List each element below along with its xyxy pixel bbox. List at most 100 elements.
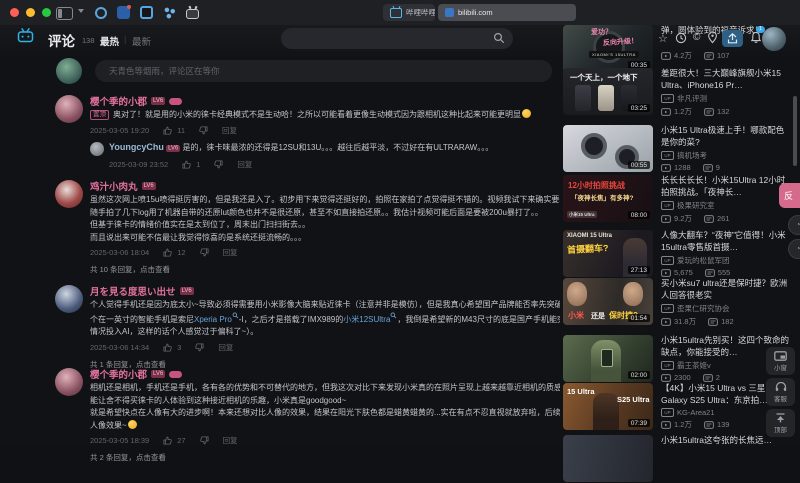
like-icon[interactable] — [163, 126, 172, 135]
bilibili-page: 评论 138 最热 | 最新 ☆ © 1 天青色等烟雨，评论区在等你 樱个季的小… — [0, 25, 800, 482]
video-title[interactable]: 长长长长长！小米15Ultra 12小时拍照挑战。「夜神长… — [661, 175, 785, 197]
reply-button[interactable]: 回复 — [223, 435, 238, 446]
video-thumbnail[interactable] — [563, 435, 653, 482]
video-thumbnail[interactable]: 爱功？ 反向升级！ XIAOMI'S 15ULTRA 00:35 — [563, 25, 653, 72]
video-thumbnail[interactable]: 15 Ultra S25 Ultra 07:39 — [563, 383, 653, 430]
dislike-icon[interactable] — [214, 159, 223, 169]
video-uploader[interactable]: UP 歪果仁研究协会 — [661, 303, 791, 314]
dislike-icon[interactable] — [195, 342, 204, 352]
camera-circle-decor — [581, 133, 607, 159]
commenter-avatar[interactable] — [55, 180, 83, 208]
back-to-top-button[interactable]: 顶部 — [766, 409, 795, 437]
my-avatar[interactable] — [56, 58, 82, 84]
danmaku-count: 182 — [721, 317, 734, 326]
video-thumbnail[interactable]: XIAOMI 15 Ultra 首摄翻车? 27:13 — [563, 230, 653, 277]
extension-icon-4[interactable] — [163, 6, 176, 19]
like-icon[interactable] — [163, 343, 172, 352]
video-card[interactable]: 小米15ultra这夸张的长焦远… — [563, 435, 791, 483]
video-uploader[interactable]: UP 爱玩的松鼠军团 — [661, 255, 791, 266]
reply-name[interactable]: YoungcyChu — [109, 142, 164, 152]
chevron-down-icon[interactable] — [78, 9, 84, 13]
minimize-window-button[interactable] — [26, 8, 35, 17]
bilibili-logo-icon[interactable] — [17, 28, 34, 48]
video-title[interactable]: 买小米su7 ultra还是保时捷？欧洲人回答很老实 — [661, 278, 787, 300]
commenter-name[interactable]: 樱个季的小郡 — [90, 367, 147, 381]
reply-button[interactable]: 回复 — [237, 159, 252, 170]
extension-icon-3[interactable] — [140, 6, 153, 19]
sidebar-toggle-icon[interactable] — [56, 7, 73, 20]
bilibili-extension-icon[interactable] — [186, 8, 199, 19]
video-card[interactable]: 12小时拍照挑战 「夜神长焦」有多神? 小米15 Ultra 08:00 长长长… — [563, 175, 791, 223]
history-clock-icon[interactable] — [675, 31, 687, 49]
extension-icon-1[interactable] — [95, 6, 107, 19]
reply-button[interactable]: 回复 — [223, 247, 238, 258]
notifications-bell-icon[interactable] — [750, 31, 762, 49]
danmaku-count-icon — [704, 214, 714, 223]
commenter-avatar[interactable] — [55, 95, 83, 123]
comment-input[interactable]: 天青色等烟雨，评论区在等你 — [95, 60, 552, 82]
search-link-icon — [232, 312, 239, 318]
video-thumbnail[interactable]: 一个天上，一个地下 03:25 — [563, 68, 653, 115]
location-pin-icon[interactable] — [707, 31, 718, 49]
video-card[interactable]: 15 Ultra S25 Ultra 07:39 【4K】小米15 Ultra … — [563, 383, 791, 431]
reply-avatar[interactable] — [90, 141, 104, 156]
maximize-window-button[interactable] — [42, 8, 51, 17]
dislike-icon[interactable] — [199, 125, 208, 135]
video-card[interactable]: 02:00 小米15ultra先别买！这四个致命的缺点，你能接受的… UP 霸王茶… — [563, 335, 791, 383]
video-thumbnail[interactable]: 小米 还是 保时捷? 01:54 — [563, 278, 653, 325]
search-input[interactable] — [281, 28, 513, 49]
video-title[interactable]: 小米15ultra这夸张的长焦远… — [661, 435, 772, 445]
commenter-name[interactable]: 樱个季的小郡 — [90, 94, 147, 108]
copyright-icon[interactable]: © — [693, 32, 700, 43]
dislike-icon[interactable] — [199, 436, 209, 445]
favorites-star-icon[interactable]: ☆ — [658, 32, 668, 45]
video-card[interactable]: 小米 还是 保时捷? 01:54 买小米su7 ultra还是保时捷？欧洲人回答… — [563, 278, 791, 326]
view-more-replies[interactable]: 共 10 条回复，点击查看 — [90, 264, 555, 275]
customer-service-button[interactable]: 客服 — [766, 378, 795, 406]
dislike-icon[interactable] — [199, 248, 209, 257]
video-uploader[interactable]: UP 搞机场考 — [661, 150, 791, 161]
video-uploader[interactable]: UP 非凡评测 — [661, 93, 791, 104]
comment-text: ，我倒是希望新的M43尺寸的底是国产手机能突破，不能将手机 — [397, 314, 560, 324]
commenter-avatar[interactable] — [55, 285, 83, 313]
view-count: 5,675 — [674, 268, 693, 277]
browser-tab-active[interactable]: bilibili.com — [438, 4, 576, 21]
video-uploader[interactable]: UP 极果研究室 — [661, 200, 791, 211]
video-title[interactable]: 小米15 Ultra极速上手！哪款配色是你的菜? — [661, 125, 784, 147]
comment-text: 情况投入AI，这样的话个人感觉过于偏科了~）。 — [90, 327, 259, 336]
like-icon[interactable] — [163, 436, 172, 445]
scrollbar-thumb[interactable] — [793, 96, 797, 166]
mini-player-button[interactable]: 小窗 — [766, 347, 795, 375]
video-thumbnail[interactable]: 02:00 — [563, 335, 653, 382]
commenter-name[interactable]: 月を見る度思い出せ — [90, 284, 176, 298]
commenter-avatar[interactable] — [55, 368, 83, 396]
video-card[interactable]: XIAOMI 15 Ultra 首摄翻车? 27:13 人像大翻车？“夜神”它值… — [563, 230, 791, 278]
view-more-replies[interactable]: 共 2 条回复，点击查看 — [90, 452, 555, 463]
feedback-button[interactable]: 反 — [779, 183, 800, 208]
share-upload-button[interactable] — [722, 30, 743, 47]
link-xperia-pro[interactable]: Xperia Pro — [194, 315, 232, 324]
link-xiaomi-12sultra[interactable]: 小米12SUltra — [343, 315, 390, 324]
commenter-name[interactable]: 鸡汁小肉丸 — [90, 179, 138, 193]
reply-button[interactable]: 回复 — [222, 125, 237, 136]
video-title[interactable]: 差距很大！三大巅峰旗舰小米15 Ultra、iPhone16 Pr… — [661, 68, 781, 90]
tab-newest[interactable]: 最新 — [132, 34, 151, 48]
close-window-button[interactable] — [10, 8, 19, 17]
view-count: 4.2万 — [674, 51, 692, 60]
video-title[interactable]: 人像大翻车？“夜神”它值得！小米15ultra零售版首摄… — [661, 230, 786, 252]
extension-icon-2[interactable] — [117, 5, 131, 19]
video-card[interactable]: 一个天上，一个地下 03:25 差距很大！三大巅峰旗舰小米15 Ultra、iP… — [563, 68, 791, 116]
video-card[interactable]: 00:55 小米15 Ultra极速上手！哪款配色是你的菜? UP 搞机场考 12… — [563, 125, 791, 173]
video-thumbnail[interactable]: 12小时拍照挑战 「夜神长焦」有多神? 小米15 Ultra 08:00 — [563, 175, 653, 222]
video-title[interactable]: 【4K】小米15 Ultra vs 三星Galaxy S25 Ultra：东京拍… — [661, 383, 768, 405]
user-avatar[interactable] — [762, 27, 786, 51]
uploader-name: 歪果仁研究协会 — [677, 304, 730, 313]
like-icon[interactable] — [182, 160, 191, 169]
like-icon[interactable] — [163, 248, 172, 257]
tab-hottest[interactable]: 最热 — [100, 34, 119, 48]
thumb-text: 还是 — [591, 313, 605, 320]
reply-button[interactable]: 回复 — [218, 342, 233, 353]
vip-badge — [169, 370, 183, 378]
browser-tab-bilibili[interactable]: 哔哩哔哩 (゜-゜)… — [383, 4, 435, 21]
video-thumbnail[interactable]: 00:55 — [563, 125, 653, 172]
